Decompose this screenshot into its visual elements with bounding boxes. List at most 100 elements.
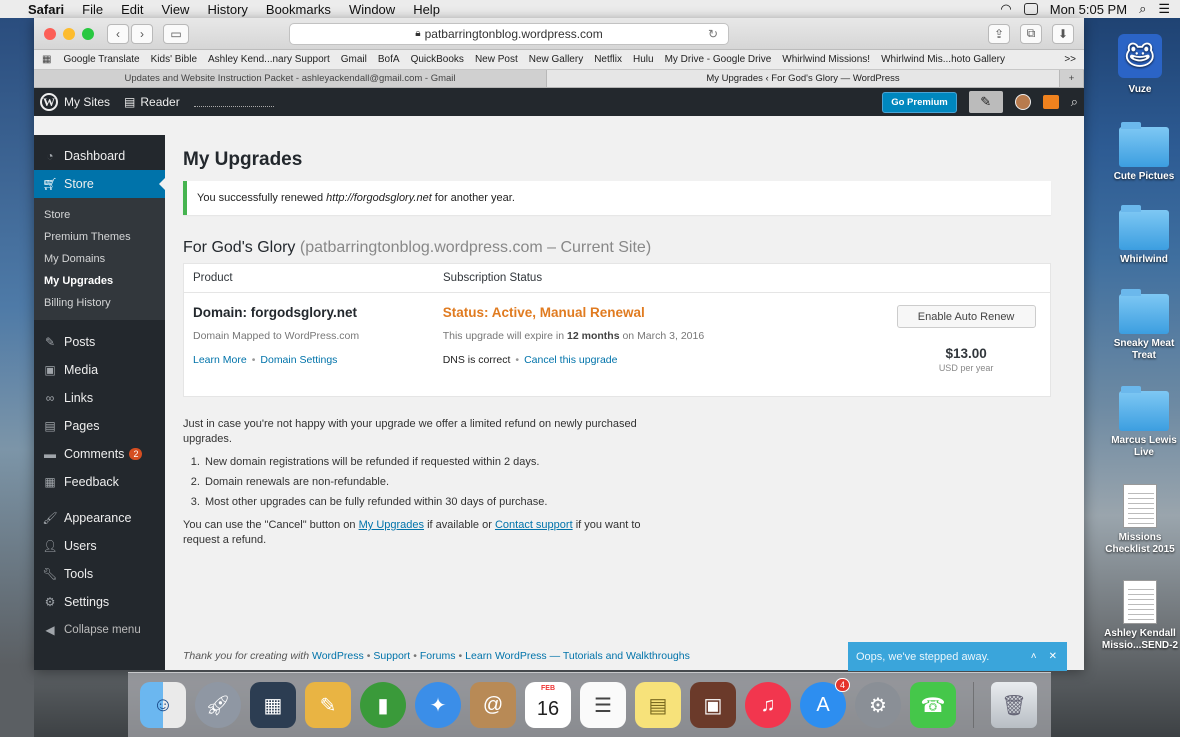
desktop-folder-sneaky-meat-treat[interactable]: Sneaky Meat Treat	[1096, 289, 1180, 362]
enable-auto-renew-button[interactable]: Enable Auto Renew	[896, 305, 1036, 328]
write-post-icon[interactable]: ✎	[968, 91, 1003, 113]
spotlight-icon[interactable]: ⌕	[1139, 1, 1146, 17]
itunes-music-icon[interactable]: ♫	[745, 682, 791, 728]
desktop-icon-vuze[interactable]: 🐸︎ Vuze	[1092, 34, 1180, 96]
notifications-icon[interactable]	[1042, 95, 1059, 109]
submenu-my-domains[interactable]: My Domains	[34, 248, 165, 270]
close-window-button[interactable]	[44, 27, 56, 40]
sidebar-item-media[interactable]: ▣ Media	[34, 356, 165, 384]
sidebar-item-pages[interactable]: ▤ Pages	[34, 412, 165, 440]
bookmark-item[interactable]: Ashley Kend...nary Support	[208, 54, 330, 65]
sidebar-item-dashboard[interactable]: ◔ Dashboard	[34, 142, 165, 170]
calendar-icon[interactable]: FEB 16	[525, 682, 571, 728]
submenu-store[interactable]: Store	[34, 204, 165, 226]
learn-more-link[interactable]: Learn More	[193, 354, 247, 366]
reader-link[interactable]: Reader	[140, 95, 179, 109]
pages-app-icon[interactable]: ✎	[305, 682, 351, 728]
zoom-window-button[interactable]	[82, 27, 94, 40]
downloads-icon[interactable]: ⬇	[1052, 23, 1074, 44]
photo-booth-icon[interactable]: ▣	[690, 682, 736, 728]
minimize-window-button[interactable]	[63, 27, 75, 40]
footer-forums-link[interactable]: Forums	[420, 650, 456, 662]
bookmark-item[interactable]: Whirlwind Missions!	[782, 54, 870, 65]
launchpad-icon[interactable]: 🚀︎	[195, 682, 241, 728]
my-sites-link[interactable]: My Sites	[64, 95, 110, 109]
list-icon[interactable]: ☰	[1158, 1, 1170, 17]
footer-learn-link[interactable]: Learn WordPress — Tutorials and Walkthro…	[465, 650, 690, 662]
bookmark-item[interactable]: Kids' Bible	[151, 54, 197, 65]
cancel-upgrade-link[interactable]: Cancel this upgrade	[524, 354, 617, 366]
gear-icon[interactable]: ⚙	[855, 682, 901, 728]
desktop-file-missions-checklist[interactable]: Missions Checklist 2015	[1092, 484, 1180, 556]
wifi-icon[interactable]: ◠	[1000, 1, 1011, 17]
desktop-file-ashley-kendall[interactable]: Ashley Kendall Missio...SEND-2	[1092, 580, 1180, 652]
menu-edit[interactable]: Edit	[121, 2, 143, 17]
wordpress-logo-icon[interactable]: W	[40, 93, 58, 111]
collapse-menu-button[interactable]: ◀ Collapse menu	[34, 616, 165, 644]
sidebar-item-appearance[interactable]: 🖌︎ Appearance	[34, 504, 165, 532]
bookmark-item[interactable]: Netflix	[594, 54, 622, 65]
tabs-overview-icon[interactable]: ⧉	[1020, 23, 1042, 44]
bookmark-item[interactable]: New Post	[475, 54, 518, 65]
domain-settings-link[interactable]: Domain Settings	[260, 354, 337, 366]
facetime-icon[interactable]: ☎	[910, 682, 956, 728]
desktop-folder-cute-pictures[interactable]: Cute Pictues	[1096, 122, 1180, 183]
tab-gmail[interactable]: Updates and Website Instruction Packet -…	[34, 70, 547, 87]
search-icon[interactable]: ⌕	[1071, 94, 1078, 110]
contacts-icon[interactable]: @	[470, 682, 516, 728]
desktop-folder-whirlwind[interactable]: Whirlwind	[1096, 205, 1180, 266]
bookmark-item[interactable]: My Drive - Google Drive	[665, 54, 772, 65]
sidebar-toggle-icon[interactable]: ▭	[163, 23, 189, 44]
sidebar-item-tools[interactable]: 🔧︎ Tools	[34, 560, 165, 588]
usb-drive-icon[interactable]: ▮	[360, 682, 406, 728]
reminders-icon[interactable]: ☰	[580, 682, 626, 728]
sidebar-item-store[interactable]: 🛒︎ Store	[34, 170, 165, 198]
submenu-billing-history[interactable]: Billing History	[34, 292, 165, 314]
go-premium-button[interactable]: Go Premium	[882, 91, 957, 113]
menu-history[interactable]: History	[207, 2, 247, 17]
sidebar-item-comments[interactable]: ▬ Comments 2	[34, 440, 165, 468]
footer-wordpress-link[interactable]: WordPress	[312, 650, 364, 662]
contact-support-link[interactable]: Contact support	[495, 519, 573, 531]
close-icon[interactable]: ✕	[1049, 651, 1057, 662]
safari-compass-icon[interactable]: ✦	[415, 682, 461, 728]
bookmark-item[interactable]: Gmail	[341, 54, 367, 65]
desktop-folder-marcus-lewis[interactable]: Marcus Lewis Live	[1096, 386, 1180, 459]
finder-icon[interactable]: ☺	[140, 682, 186, 728]
notes-icon[interactable]: ▤	[635, 682, 681, 728]
footer-support-link[interactable]: Support	[373, 650, 410, 662]
bookmark-item[interactable]: BofA	[378, 54, 400, 65]
new-tab-button[interactable]: +	[1060, 70, 1084, 87]
share-icon[interactable]: ⇪	[988, 23, 1010, 44]
menu-app-name[interactable]: Safari	[28, 2, 64, 17]
menu-clock[interactable]: Mon 5:05 PM	[1050, 2, 1127, 17]
sidebar-item-settings[interactable]: ⚙ Settings	[34, 588, 165, 616]
bookmark-item[interactable]: Hulu	[633, 54, 654, 65]
app-store-icon[interactable]: A4	[800, 678, 850, 728]
top-sites-icon[interactable]: ▦	[42, 54, 51, 65]
bookmark-item[interactable]: Whirlwind Mis...hoto Gallery	[881, 54, 1005, 65]
bookmark-item[interactable]: QuickBooks	[411, 54, 464, 65]
forward-button[interactable]: ›	[131, 23, 153, 44]
submenu-premium-themes[interactable]: Premium Themes	[34, 226, 165, 248]
chevron-up-icon[interactable]: ˄	[1031, 651, 1037, 662]
address-bar[interactable]: 🔒︎ patbarringtonblog.wordpress.com ↻	[289, 22, 729, 45]
avatar[interactable]	[1014, 94, 1031, 110]
menu-window[interactable]: Window	[349, 2, 395, 17]
menu-bookmarks[interactable]: Bookmarks	[266, 2, 331, 17]
menu-view[interactable]: View	[162, 2, 190, 17]
sidebar-item-links[interactable]: ∞ Links	[34, 384, 165, 412]
sidebar-item-users[interactable]: 👤︎ Users	[34, 532, 165, 560]
bookmarks-more-button[interactable]: >>	[1064, 54, 1076, 65]
dashboard-app-icon[interactable]: ▦	[250, 682, 296, 728]
chat-toast[interactable]: Oops, we've stepped away. ˄ ✕	[848, 642, 1067, 671]
trash-icon[interactable]: 🗑︎	[991, 682, 1037, 728]
menu-file[interactable]: File	[82, 2, 103, 17]
sidebar-item-posts[interactable]: ✎ Posts	[34, 328, 165, 356]
tab-my-upgrades[interactable]: My Upgrades ‹ For God's Glory — WordPres…	[547, 70, 1060, 87]
battery-icon[interactable]	[1023, 3, 1038, 15]
sidebar-item-feedback[interactable]: ▦ Feedback	[34, 468, 165, 496]
my-upgrades-link[interactable]: My Upgrades	[359, 519, 424, 531]
reload-icon[interactable]: ↻	[708, 27, 718, 41]
menu-help[interactable]: Help	[413, 2, 440, 17]
